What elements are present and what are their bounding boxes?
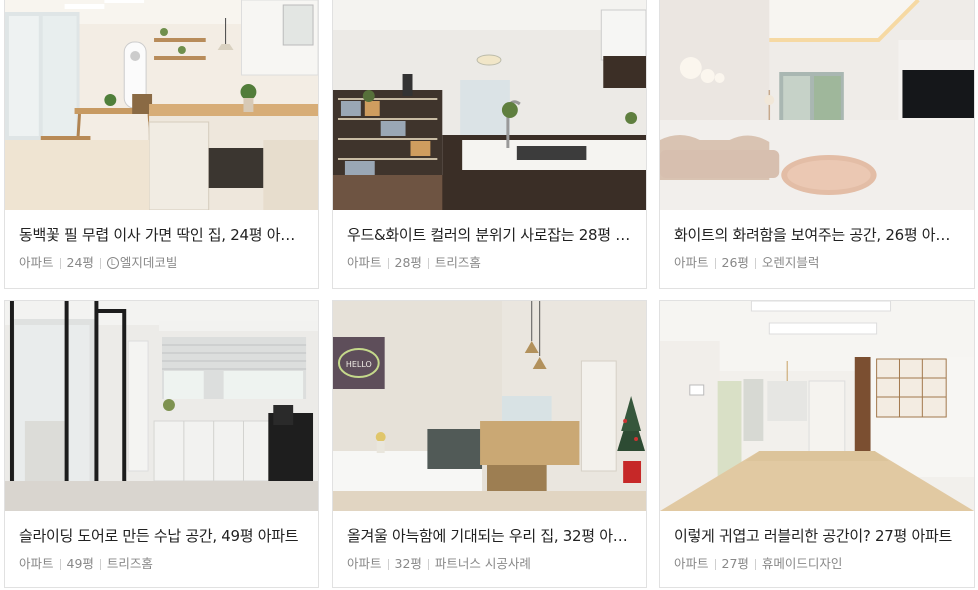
card-thumbnail[interactable]: HELLO	[333, 301, 646, 511]
meta-divider	[387, 558, 389, 570]
card-building-type: 아파트	[674, 255, 709, 270]
card-partner-name[interactable]: 오렌지블럭	[762, 254, 820, 272]
card-title[interactable]: 화이트의 화려함을 보여주는 공간, 26평 아파트	[674, 224, 960, 246]
card-title[interactable]: 우드&화이트 컬러의 분위기 사로잡는 28평 아파트	[347, 224, 632, 246]
meta-divider	[427, 257, 429, 269]
card-size: 24평	[66, 255, 94, 270]
card-size: 32평	[394, 556, 422, 571]
portfolio-card[interactable]: 화이트의 화려함을 보여주는 공간, 26평 아파트 아파트 26평 오렌지블럭	[659, 0, 975, 289]
portfolio-card[interactable]: 이렇게 귀엽고 러블리한 공간이? 27평 아파트 아파트 27평 휴메이드디자…	[659, 300, 975, 588]
card-building-type: 아파트	[19, 255, 54, 270]
meta-divider	[427, 558, 429, 570]
card-building-type: 아파트	[347, 255, 382, 270]
portfolio-card[interactable]: 우드&화이트 컬러의 분위기 사로잡는 28평 아파트 아파트 28평 트리즈홈	[332, 0, 647, 289]
card-thumbnail[interactable]	[660, 301, 974, 511]
card-thumbnail[interactable]	[660, 0, 974, 210]
card-size: 27평	[721, 556, 749, 571]
card-partner-name[interactable]: 트리즈홈	[435, 254, 481, 272]
card-building-type: 아파트	[19, 556, 54, 571]
card-building-type: 아파트	[674, 556, 709, 571]
card-building-type: 아파트	[347, 556, 382, 571]
card-partner-name: 엘지데코빌	[119, 255, 178, 270]
card-partner-name[interactable]: 파트너스 시공사례	[435, 555, 531, 573]
portfolio-grid: 동백꽃 필 무렵 이사 가면 딱인 집, 24평 아파트 아파트 24평 L 엘…	[0, 0, 978, 590]
card-thumbnail[interactable]	[333, 0, 646, 210]
card-partner-name[interactable]: 휴메이드디자인	[762, 555, 843, 573]
meta-divider	[754, 558, 756, 570]
portfolio-card[interactable]: 슬라이딩 도어로 만든 수납 공간, 49평 아파트 아파트 49평 트리즈홈	[4, 300, 319, 588]
portfolio-card[interactable]: 동백꽃 필 무렵 이사 가면 딱인 집, 24평 아파트 아파트 24평 L 엘…	[4, 0, 319, 289]
card-size: 26평	[721, 255, 749, 270]
card-thumbnail[interactable]	[5, 301, 318, 511]
card-size: 49평	[66, 556, 94, 571]
card-title[interactable]: 슬라이딩 도어로 만든 수납 공간, 49평 아파트	[19, 525, 304, 547]
card-partner[interactable]: L 엘지데코빌	[106, 254, 178, 272]
meta-divider	[714, 257, 716, 269]
meta-divider	[754, 257, 756, 269]
card-title[interactable]: 동백꽃 필 무렵 이사 가면 딱인 집, 24평 아파트	[19, 224, 304, 246]
meta-divider	[99, 558, 101, 570]
card-title[interactable]: 이렇게 귀엽고 러블리한 공간이? 27평 아파트	[674, 525, 960, 547]
meta-divider	[99, 257, 101, 269]
portfolio-card[interactable]: HELLO 올겨울 아늑함에 기대되는 우리 집, 32평 아파트 아파트 32…	[332, 300, 647, 588]
partner-logo-icon: L	[106, 257, 119, 269]
meta-divider	[59, 257, 61, 269]
hello-sign-text: HELLO	[346, 360, 372, 369]
card-title[interactable]: 올겨울 아늑함에 기대되는 우리 집, 32평 아파트	[347, 525, 632, 547]
card-partner-name[interactable]: 트리즈홈	[107, 555, 153, 573]
card-size: 28평	[394, 255, 422, 270]
meta-divider	[59, 558, 61, 570]
meta-divider	[714, 558, 716, 570]
card-thumbnail[interactable]	[5, 0, 318, 210]
meta-divider	[387, 257, 389, 269]
